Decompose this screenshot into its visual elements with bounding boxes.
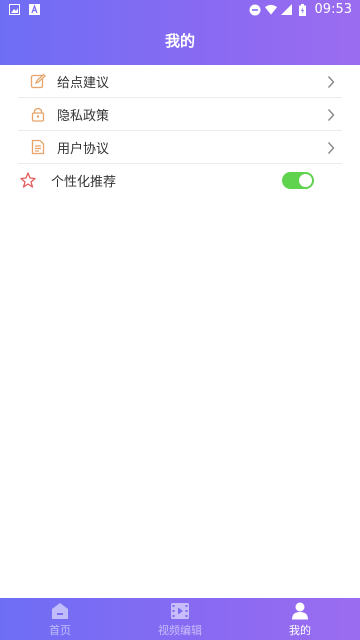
menu-item-label: 用户协议 bbox=[57, 141, 110, 157]
lock-icon bbox=[30, 106, 46, 122]
image-icon bbox=[8, 3, 20, 15]
toggle-knob bbox=[299, 174, 312, 187]
tab-label: 我的 bbox=[289, 624, 311, 637]
document-icon bbox=[30, 139, 46, 155]
menu-item-agreement[interactable]: 用户协议 bbox=[18, 131, 342, 164]
menu-item-label: 个性化推荐 bbox=[51, 175, 117, 190]
tab-video-edit[interactable]: 视频编辑 bbox=[120, 598, 240, 640]
personalized-toggle[interactable] bbox=[282, 172, 314, 189]
chevron-right-icon bbox=[326, 107, 336, 121]
tab-home[interactable]: 首页 bbox=[0, 598, 120, 640]
status-bar: 09:53 bbox=[0, 0, 360, 20]
star-icon bbox=[20, 172, 36, 188]
menu-item-personalized: 个性化推荐 bbox=[0, 164, 342, 197]
font-icon bbox=[28, 3, 40, 15]
wifi-icon bbox=[264, 4, 277, 16]
settings-list: 给点建议 隐私政策 用户协议 个性化推荐 bbox=[0, 65, 360, 197]
signal-icon bbox=[281, 4, 293, 16]
menu-item-feedback[interactable]: 给点建议 bbox=[18, 65, 342, 98]
menu-item-label: 给点建议 bbox=[57, 75, 110, 91]
tab-label: 视频编辑 bbox=[158, 624, 202, 637]
chevron-right-icon bbox=[326, 74, 336, 88]
clock: 09:53 bbox=[314, 2, 352, 17]
edit-icon bbox=[30, 73, 46, 89]
bottom-tab-bar: 首页 视频编辑 我的 bbox=[0, 598, 360, 640]
tab-mine[interactable]: 我的 bbox=[240, 598, 360, 640]
menu-item-label: 隐私政策 bbox=[57, 108, 110, 124]
tab-label: 首页 bbox=[49, 624, 71, 637]
header-bar: 09:53 我的 bbox=[0, 0, 360, 65]
menu-item-privacy[interactable]: 隐私政策 bbox=[18, 98, 342, 131]
user-icon bbox=[290, 602, 310, 620]
chevron-right-icon bbox=[326, 140, 336, 154]
page-title: 我的 bbox=[164, 32, 195, 50]
home-icon bbox=[50, 602, 70, 620]
battery-icon bbox=[297, 3, 309, 16]
video-icon bbox=[170, 602, 190, 620]
dnd-icon bbox=[249, 4, 261, 16]
